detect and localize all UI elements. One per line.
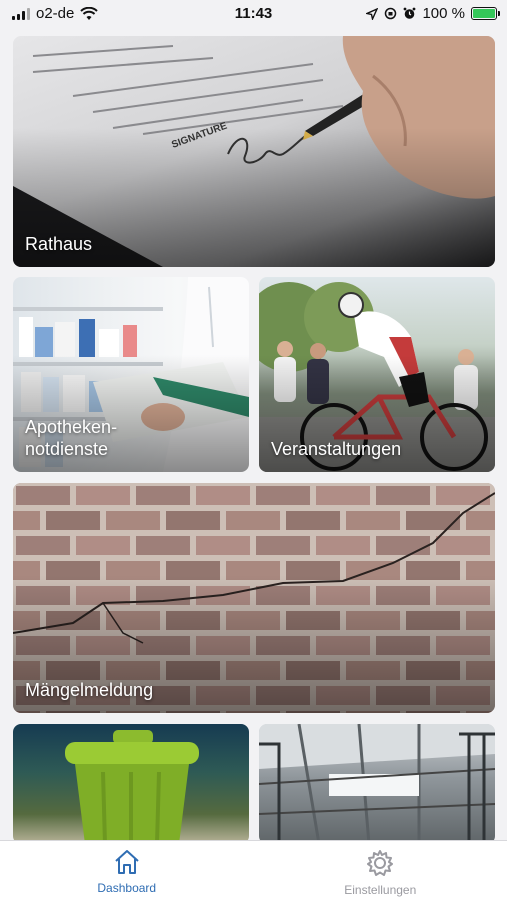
tab-einstellungen-label: Einstellungen	[344, 883, 417, 897]
status-right: 100 %	[366, 5, 500, 22]
tile-rathaus[interactable]: SIGNATURE Rathaus	[13, 36, 495, 267]
battery-percent: 100 %	[422, 5, 465, 22]
tab-bar: Dashboard Einstellungen	[0, 840, 507, 900]
battery-icon	[471, 7, 500, 20]
green-bin-image	[65, 730, 199, 844]
home-icon	[115, 850, 139, 874]
location-arrow-icon	[366, 7, 379, 20]
tab-dashboard-label: Dashboard	[97, 881, 157, 895]
rotation-lock-icon	[385, 7, 397, 20]
tile-waste-bin[interactable]	[13, 724, 249, 844]
tile-hall[interactable]	[259, 724, 495, 844]
tab-einstellungen[interactable]: Einstellungen	[254, 841, 507, 900]
status-bar: o2-de 11:43 100 %	[0, 0, 507, 28]
tile-veranstaltungen[interactable]: Veranstaltungen	[259, 277, 495, 472]
hall-image	[259, 724, 495, 844]
tile-label-maengelmeldung: Mängelmeldung	[25, 680, 154, 700]
tile-label-rathaus: Rathaus	[25, 234, 93, 254]
tab-dashboard[interactable]: Dashboard	[0, 841, 254, 900]
gear-icon	[367, 850, 394, 876]
tile-label-apotheke: Apotheken- notdienste	[25, 417, 118, 459]
tile-maengelmeldung[interactable]: Mängelmeldung	[13, 483, 495, 713]
tile-apotheken-notdienste[interactable]: Apotheken- notdienste	[13, 277, 249, 472]
alarm-icon	[404, 7, 416, 19]
tile-label-veranstaltungen: Veranstaltungen	[271, 439, 402, 459]
